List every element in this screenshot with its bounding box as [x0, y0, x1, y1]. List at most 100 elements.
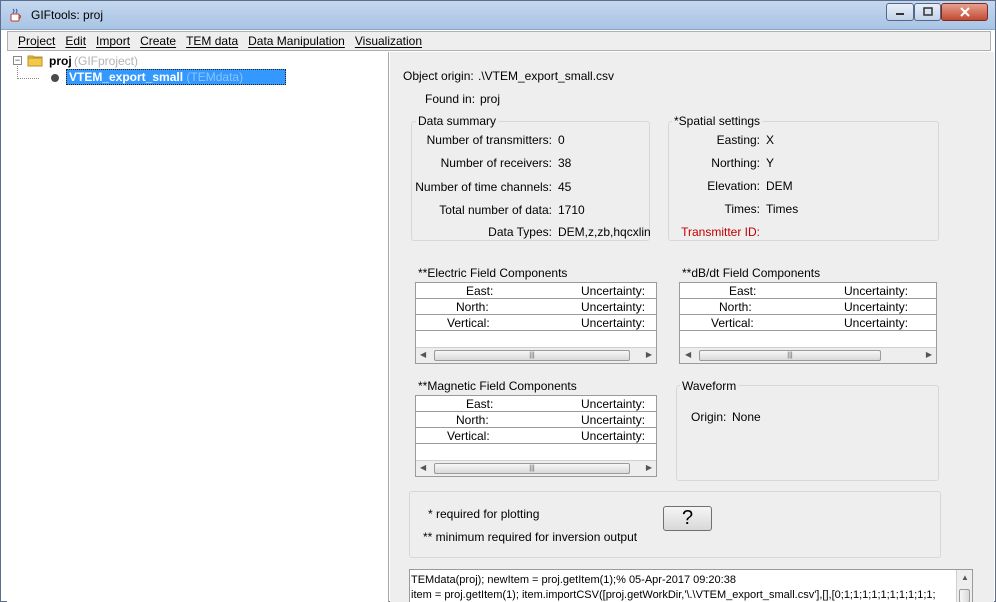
uncertainty-label: Uncertainty:: [581, 284, 646, 298]
waveform-origin-label: Origin:: [691, 410, 727, 424]
transmitter-id-label: Transmitter ID:: [681, 225, 760, 239]
menu-create[interactable]: Create: [134, 34, 180, 48]
tree-root-label[interactable]: proj: [49, 54, 72, 68]
component-label: North:: [719, 300, 752, 314]
component-label: East:: [466, 397, 494, 411]
northing-label: Northing:: [711, 156, 760, 170]
northing-value[interactable]: Y: [766, 156, 774, 170]
details-panel: Object origin: .\VTEM_export_small.csv F…: [390, 52, 994, 602]
close-icon: [959, 7, 970, 17]
scroll-right-icon[interactable]: ▶: [646, 350, 652, 359]
minimize-button[interactable]: [886, 3, 914, 21]
component-label: North:: [456, 300, 489, 314]
uncertainty-label: Uncertainty:: [581, 316, 646, 330]
component-label: North:: [456, 413, 489, 427]
data-summary-title: Data summary: [416, 114, 499, 128]
scroll-thumb[interactable]: |||: [699, 350, 881, 361]
project-tree[interactable]: − proj (GIFproject) VTEM_export_small (T…: [7, 52, 389, 602]
title-bar[interactable]: GIFtools: proj: [1, 1, 995, 30]
maximize-icon: [922, 7, 933, 16]
table-row[interactable]: East: Uncertainty:: [680, 283, 936, 299]
maximize-button[interactable]: [914, 3, 941, 21]
data-types-value: DEM,z,zb,hqcxlin: [558, 225, 651, 239]
scroll-right-icon[interactable]: ▶: [926, 350, 932, 359]
object-origin-value: .\VTEM_export_small.csv: [478, 69, 615, 83]
tree-root-type: (GIFproject): [74, 54, 139, 68]
electric-components-table[interactable]: East: Uncertainty: North: Uncertainty: V…: [415, 282, 657, 364]
object-origin-label: Object origin:: [403, 69, 474, 83]
scroll-left-icon[interactable]: ◀: [420, 463, 426, 472]
menu-import[interactable]: Import: [90, 34, 134, 48]
tree-leaf-icon: [51, 74, 59, 82]
elevation-label: Elevation:: [707, 179, 760, 193]
scroll-thumb[interactable]: [959, 589, 970, 602]
table-row[interactable]: North: Uncertainty:: [680, 299, 936, 315]
minimize-icon: [896, 13, 904, 15]
electric-components-title: **Electric Field Components: [418, 266, 568, 280]
command-console[interactable]: TEMdata(proj); newItem = proj.getItem(1)…: [409, 569, 973, 602]
table-row[interactable]: East: Uncertainty:: [416, 396, 656, 412]
menu-project[interactable]: Project: [12, 34, 59, 48]
collapse-toggle-icon[interactable]: −: [13, 56, 22, 65]
uncertainty-label: Uncertainty:: [581, 429, 646, 443]
horizontal-scrollbar[interactable]: ◀ ||| ▶: [416, 460, 656, 476]
folder-icon: [27, 55, 43, 67]
scroll-left-icon[interactable]: ◀: [685, 350, 691, 359]
easting-label: Easting:: [716, 133, 760, 147]
console-line: TEMdata(proj); newItem = proj.getItem(1)…: [411, 574, 736, 586]
uncertainty-label: Uncertainty:: [844, 316, 909, 330]
uncertainty-label: Uncertainty:: [581, 397, 646, 411]
spatial-settings-title: *Spatial settings: [672, 114, 763, 128]
waveform-origin-value: None: [732, 410, 761, 424]
uncertainty-label: Uncertainty:: [844, 300, 909, 314]
horizontal-scrollbar[interactable]: ◀ ||| ▶: [416, 347, 656, 363]
table-row[interactable]: East: Uncertainty:: [416, 283, 656, 299]
table-row[interactable]: North: Uncertainty:: [416, 412, 656, 428]
total-data-label: Total number of data:: [439, 203, 552, 217]
horizontal-scrollbar[interactable]: ◀ ||| ▶: [680, 347, 936, 363]
scroll-thumb[interactable]: |||: [434, 350, 630, 361]
help-button[interactable]: ?: [663, 506, 712, 531]
times-value[interactable]: Times: [766, 202, 798, 216]
easting-value[interactable]: X: [766, 133, 774, 147]
table-row[interactable]: Vertical: Uncertainty:: [416, 428, 656, 444]
required-plotting-note: * required for plotting: [428, 507, 540, 521]
tree-item-label: VTEM_export_small: [69, 70, 184, 84]
tree-item-type: (TEMdata): [186, 70, 244, 84]
scroll-up-icon[interactable]: ▲: [961, 573, 969, 582]
scroll-thumb[interactable]: |||: [434, 463, 630, 474]
total-data-value: 1710: [558, 203, 585, 217]
close-button[interactable]: [941, 3, 988, 21]
vertical-scrollbar[interactable]: ▲: [956, 570, 972, 602]
table-row[interactable]: Vertical: Uncertainty:: [416, 315, 656, 331]
found-in-label: Found in:: [425, 92, 476, 106]
data-types-label: Data Types:: [488, 225, 552, 239]
tree-item-vtem-export-small[interactable]: VTEM_export_small (TEMdata): [66, 69, 286, 85]
menu-visualization[interactable]: Visualization: [349, 34, 426, 48]
menu-edit[interactable]: Edit: [59, 34, 90, 48]
transmitters-value: 0: [558, 133, 565, 147]
window-title: GIFtools: proj: [31, 8, 104, 22]
waveform-title: Waveform: [680, 379, 739, 393]
dbdt-components-table[interactable]: East: Uncertainty: North: Uncertainty: V…: [679, 282, 937, 364]
scroll-right-icon[interactable]: ▶: [646, 463, 652, 472]
uncertainty-label: Uncertainty:: [581, 300, 646, 314]
menu-data-manipulation[interactable]: Data Manipulation: [242, 34, 349, 48]
magnetic-components-title: **Magnetic Field Components: [418, 379, 577, 393]
found-in-value: proj: [480, 92, 501, 106]
table-row[interactable]: North: Uncertainty:: [416, 299, 656, 315]
transmitters-label: Number of transmitters:: [426, 133, 552, 147]
component-label: Vertical:: [711, 316, 754, 330]
menu-tem-data[interactable]: TEM data: [180, 34, 242, 48]
table-row[interactable]: Vertical: Uncertainty:: [680, 315, 936, 331]
console-line: item = proj.getItem(1); item.importCSV([…: [411, 589, 936, 601]
menu-bar: Project Edit Import Create TEM data Data…: [7, 31, 991, 51]
scroll-left-icon[interactable]: ◀: [420, 350, 426, 359]
app-window: GIFtools: proj Project Edit Import Creat…: [0, 0, 996, 602]
component-label: Vertical:: [447, 429, 490, 443]
magnetic-components-table[interactable]: East: Uncertainty: North: Uncertainty: V…: [415, 395, 657, 477]
elevation-value[interactable]: DEM: [766, 179, 793, 193]
component-label: Vertical:: [447, 316, 490, 330]
times-label: Times:: [724, 202, 760, 216]
waveform-group: [676, 385, 939, 481]
